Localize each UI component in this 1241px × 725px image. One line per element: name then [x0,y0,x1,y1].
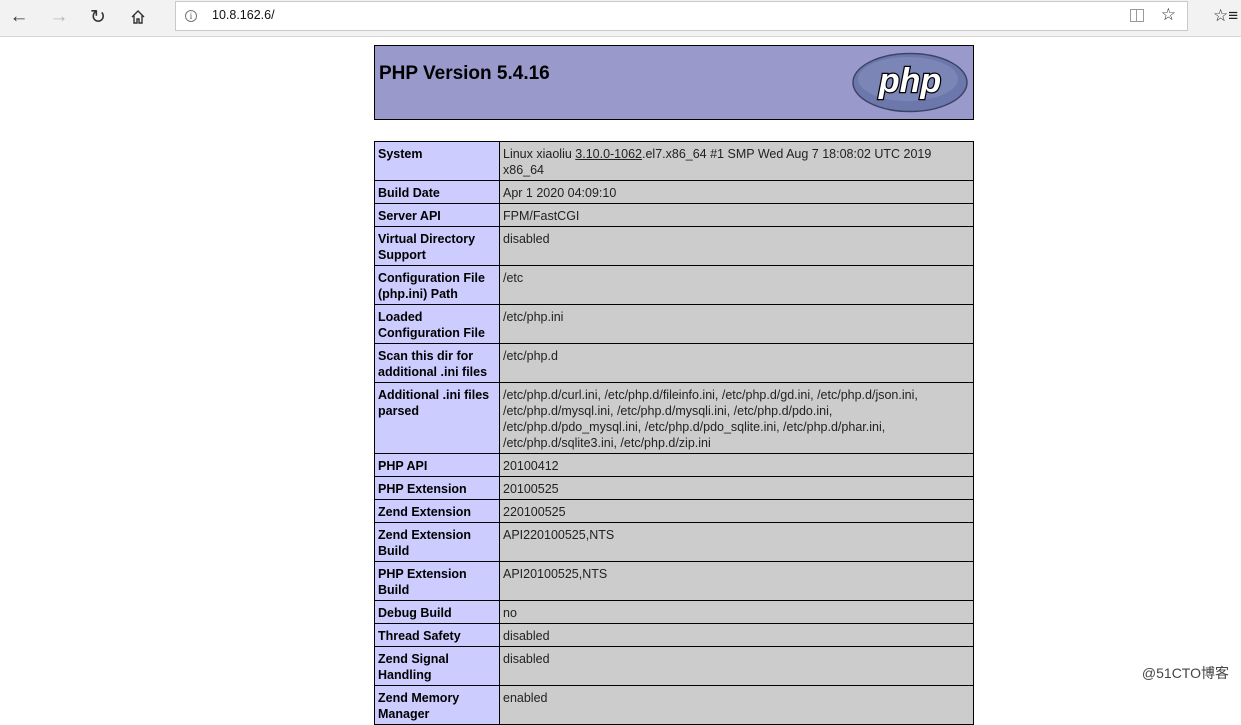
row-label: Zend Signal Handling [374,646,500,686]
row-label: PHP API [374,453,500,477]
row-label: Debug Build [374,600,500,624]
table-row: Zend Signal Handling disabled [374,646,974,686]
row-label: Zend Extension Build [374,522,500,562]
table-row: Server API FPM/FastCGI [374,203,974,227]
row-value: enabled [499,685,974,725]
row-value: no [499,600,974,624]
info-icon[interactable]: i [185,10,197,22]
home-button[interactable] [120,0,156,34]
row-value: API220100525,NTS [499,522,974,562]
row-label: Scan this dir for additional .ini files [374,343,500,383]
row-label: Build Date [374,180,500,204]
watermark-text: @51CTO博客 [1141,665,1229,681]
row-value: /etc/php.d/curl.ini, /etc/php.d/fileinfo… [499,382,974,454]
row-label: Additional .ini files parsed [374,382,500,454]
row-value: API20100525,NTS [499,561,974,601]
row-label: PHP Extension [374,476,500,500]
logo-text: php [878,62,941,100]
table-row: Thread Safety disabled [374,623,974,647]
favorite-star-icon[interactable]: ☆ [1161,5,1176,25]
table-row: PHP Extension Build API20100525,NTS [374,561,974,601]
table-row: Loaded Configuration File/etc/php.ini [374,304,974,344]
table-row: Build Date Apr 1 2020 04:09:10 [374,180,974,204]
value-text: Linux xiaoliu [503,147,576,161]
back-button[interactable]: ← [1,0,37,34]
favorites-hub-icon[interactable]: ☆≡ [1213,6,1238,26]
row-value: 20100412 [499,453,974,477]
arrow-left-icon: ← [9,6,29,27]
row-label: PHP Extension Build [374,561,500,601]
row-value: /etc [499,265,974,305]
table-row: Zend Extension 220100525 [374,499,974,523]
table-row: Additional .ini files parsed/etc/php.d/c… [374,382,974,454]
row-label: Zend Memory Manager [374,685,500,725]
row-label: Configuration File (php.ini) Path [374,265,500,305]
table-row: Zend Extension Build API220100525,NTS [374,522,974,562]
row-label: Thread Safety [374,623,500,647]
row-value: /etc/php.ini [499,304,974,344]
row-value: FPM/FastCGI [499,203,974,227]
page-title: PHP Version 5.4.16 [379,63,550,84]
table-row: System Linux xiaoliu 3.10.0-1062.el7.x86_… [374,141,974,181]
row-label: Virtual Directory Support [374,226,500,266]
url-text[interactable]: 10.8.162.6/ [212,8,275,22]
table-row: Configuration File (php.ini) Path/etc [374,265,974,305]
row-label: Loaded Configuration File [374,304,500,344]
reading-view-icon[interactable] [1130,9,1144,22]
kernel-version-link[interactable]: 3.10.0-1062 [575,147,642,161]
row-value: /etc/php.d [499,343,974,383]
table-row: PHP API 20100412 [374,453,974,477]
row-value: disabled [499,646,974,686]
address-bar[interactable]: i 10.8.162.6/ ☆ [175,1,1188,31]
row-value: disabled [499,226,974,266]
table-row: Debug Build no [374,600,974,624]
row-value: 220100525 [499,499,974,523]
browser-toolbar: ← → ↻ i 10.8.162.6/ ☆ ☆≡ [0,0,1241,37]
home-icon [131,10,145,24]
refresh-button[interactable]: ↻ [80,0,116,34]
php-version-header: PHP Version 5.4.16 php [374,45,974,120]
row-label: Zend Extension [374,499,500,523]
php-info-table: System Linux xiaoliu 3.10.0-1062.el7.x86_… [374,141,974,725]
table-row: Scan this dir for additional .ini files /… [374,343,974,383]
row-value: 20100525 [499,476,974,500]
row-label: Server API [374,203,500,227]
row-value: Apr 1 2020 04:09:10 [499,180,974,204]
row-value: Linux xiaoliu 3.10.0-1062.el7.x86_64 #1 … [499,141,974,181]
refresh-icon: ↻ [90,6,106,28]
php-logo: php [852,52,968,113]
row-value: disabled [499,623,974,647]
table-row: Virtual Directory Support disabled [374,226,974,266]
arrow-right-icon: → [49,6,69,27]
table-row: Zend Memory Manager enabled [374,685,974,725]
row-label: System [374,141,500,181]
table-row: PHP Extension 20100525 [374,476,974,500]
forward-button[interactable]: → [41,0,77,34]
